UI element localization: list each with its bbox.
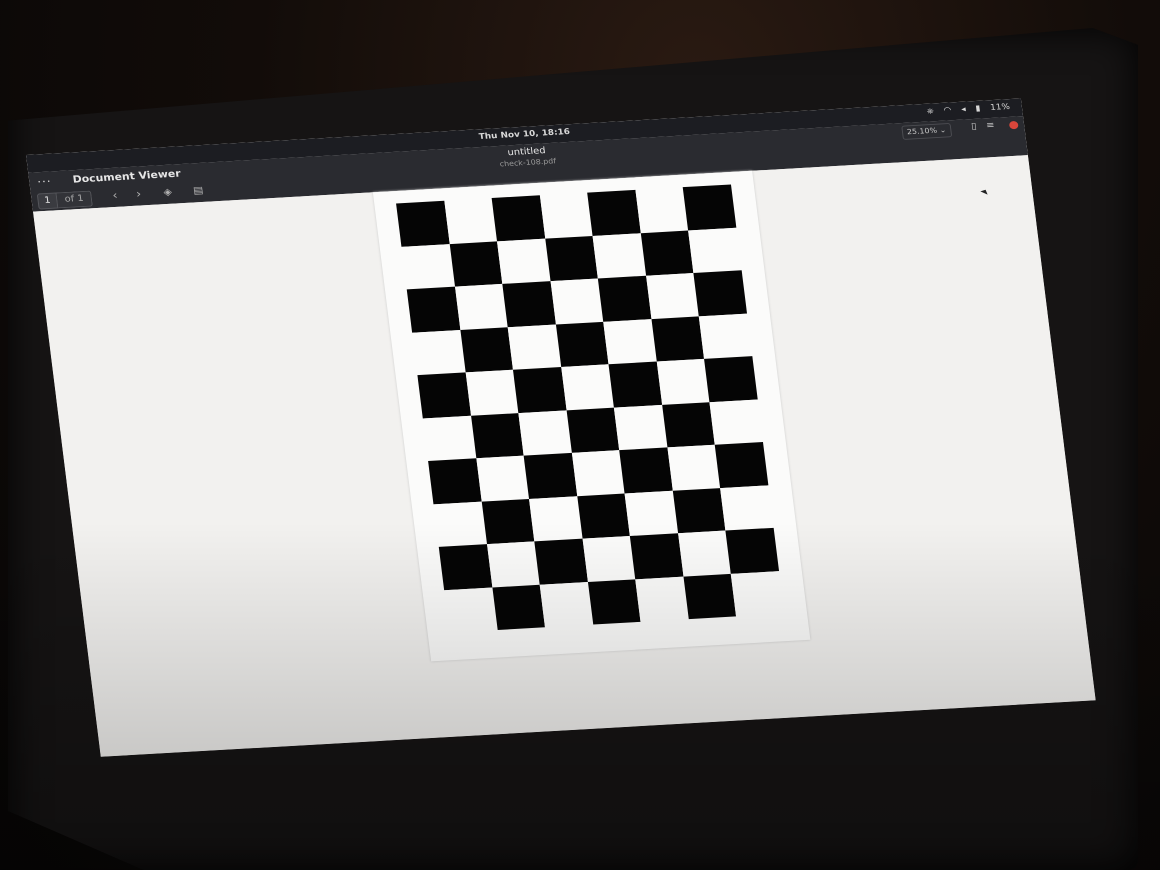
checker-square-white — [454, 283, 508, 330]
checker-square-white — [656, 358, 710, 405]
checker-square-black — [534, 538, 588, 585]
checker-square-black — [587, 189, 641, 236]
battery-level: 11% — [989, 102, 1011, 113]
checker-square-white — [444, 587, 498, 633]
checker-square-black — [725, 527, 779, 574]
checker-square-white — [539, 581, 593, 628]
document-title-group: untitled check-108.pdf — [498, 145, 557, 169]
checker-square-white — [677, 530, 731, 577]
checker-square-white — [624, 490, 678, 536]
checker-square-white — [433, 501, 487, 547]
checker-square-white — [730, 570, 784, 617]
checker-square-black — [704, 356, 758, 402]
checker-square-white — [486, 541, 540, 588]
network-icon[interactable]: ⎈ — [926, 107, 934, 116]
checker-square-black — [682, 573, 737, 620]
zoom-value: 25.10% — [906, 126, 938, 137]
checker-square-white — [507, 324, 561, 370]
checker-square-white — [688, 227, 742, 274]
wifi-icon[interactable]: ◠ — [943, 106, 952, 115]
checker-square-black — [417, 372, 471, 419]
checker-square-white — [709, 399, 763, 445]
checker-square-white — [634, 187, 689, 233]
page-total: of 1 — [56, 190, 93, 209]
checker-square-white — [528, 495, 583, 542]
checker-square-white — [518, 409, 572, 456]
sidebar-icon[interactable]: ▤ — [192, 184, 204, 196]
mouse-cursor-icon — [980, 188, 990, 195]
document-page — [372, 170, 811, 662]
checker-square-white — [496, 238, 551, 284]
checker-square-white — [475, 455, 529, 502]
checker-square-black — [640, 230, 694, 276]
chevron-left-icon[interactable]: ‹ — [112, 189, 119, 203]
checker-square-black — [481, 498, 535, 545]
checker-square-black — [502, 281, 556, 327]
page-number-input[interactable]: 1 — [36, 192, 59, 210]
checker-square-black — [428, 458, 482, 504]
checker-square-black — [396, 200, 450, 247]
checker-square-white — [592, 232, 646, 279]
checker-square-black — [406, 286, 460, 333]
checker-square-black — [576, 493, 630, 539]
checker-square-black — [523, 452, 577, 499]
chevron-down-icon: ⌄ — [939, 125, 947, 135]
checker-square-white — [443, 198, 497, 244]
checker-square-white — [666, 444, 721, 491]
checker-square-white — [465, 369, 519, 416]
checker-square-white — [401, 243, 455, 290]
checker-square-black — [672, 487, 726, 534]
checker-square-white — [698, 313, 752, 359]
checker-square-black — [597, 275, 651, 322]
checker-square-white — [539, 192, 593, 239]
system-tray[interactable]: ⎈ ◠ ◂ ▮ 11% — [926, 103, 1010, 117]
checker-square-white — [635, 576, 689, 622]
checker-square-white — [613, 404, 667, 451]
checker-square-black — [608, 361, 662, 408]
checker-square-black — [491, 195, 545, 241]
document-canvas[interactable] — [33, 155, 1096, 757]
checker-square-black — [566, 407, 620, 453]
checker-square-white — [550, 278, 604, 325]
checker-square-white — [720, 484, 774, 531]
checker-square-black — [459, 326, 513, 373]
volume-icon[interactable]: ◂ — [961, 105, 967, 114]
checker-square-black — [470, 412, 524, 459]
checker-square-black — [555, 321, 609, 368]
checker-square-black — [544, 235, 598, 282]
checker-square-black — [512, 367, 567, 413]
checker-square-white — [560, 364, 614, 410]
app-title: Document Viewer — [71, 167, 182, 186]
checker-square-black — [661, 401, 715, 448]
checker-square-white — [571, 450, 625, 496]
checker-square-black — [650, 315, 705, 362]
checker-square-black — [629, 533, 683, 579]
clock[interactable]: Thu Nov 10, 18:16 — [478, 128, 570, 142]
checker-square-white — [603, 318, 657, 365]
checker-square-white — [582, 535, 636, 582]
zoom-level[interactable]: 25.10% ⌄ — [901, 122, 953, 140]
checkerboard — [396, 184, 784, 633]
document-filename: check-108.pdf — [499, 156, 557, 169]
checker-square-white — [412, 329, 466, 376]
close-icon[interactable] — [1008, 120, 1019, 130]
bookmark-icon[interactable]: ▯ — [971, 121, 978, 131]
checker-square-white — [422, 415, 476, 462]
battery-icon[interactable]: ▮ — [975, 104, 981, 113]
checker-square-black — [682, 184, 736, 231]
checker-square-black — [491, 584, 545, 630]
checker-square-white — [645, 273, 699, 319]
checker-square-black — [587, 578, 641, 625]
screen: Thu Nov 10, 18:16 ⎈ ◠ ◂ ▮ 11% ··· Docume… — [26, 98, 1096, 757]
checker-square-black — [714, 442, 768, 488]
menu-dots-icon[interactable]: ··· — [37, 175, 53, 188]
page-selector[interactable]: 1 of 1 — [36, 190, 93, 210]
checker-square-black — [449, 240, 503, 287]
annotate-icon[interactable]: ◈ — [163, 186, 173, 198]
hamburger-icon[interactable]: ≡ — [986, 120, 995, 130]
chevron-right-icon[interactable]: › — [135, 188, 142, 202]
checker-square-black — [438, 544, 492, 590]
checker-square-black — [693, 270, 747, 316]
checker-square-black — [619, 447, 673, 494]
